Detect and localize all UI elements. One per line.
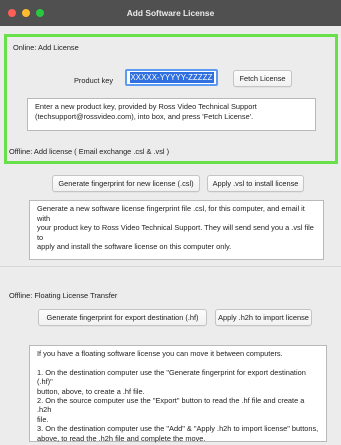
apply-vsl-button[interactable]: Apply .vsl to install license	[207, 175, 304, 192]
product-key-value: XXXXX-YYYYY-ZZZZZ	[129, 72, 214, 83]
product-key-input[interactable]: XXXXX-YYYYY-ZZZZZ	[125, 69, 218, 86]
floating-section-label: Offline: Floating License Transfer	[9, 291, 118, 300]
online-section-highlight: Online: Add License Product key XXXXX-YY…	[4, 34, 338, 164]
generate-export-fingerprint-button[interactable]: Generate fingerprint for export destinat…	[38, 309, 207, 326]
floating-help-text: If you have a floating software license …	[29, 345, 327, 443]
minimize-window-button[interactable]	[22, 9, 30, 17]
online-help-text: Enter a new product key, provided by Ros…	[27, 98, 316, 131]
fetch-license-button[interactable]: Fetch License	[233, 70, 292, 87]
close-window-button[interactable]	[8, 9, 16, 17]
online-section-label: Online: Add License	[13, 43, 79, 52]
section-divider	[0, 266, 341, 267]
window-titlebar: Add Software License	[0, 0, 341, 26]
apply-h2h-button[interactable]: Apply .h2h to import license	[215, 309, 312, 326]
offline-help-text: Generate a new software license fingerpr…	[29, 200, 324, 260]
window-title: Add Software License	[126, 8, 215, 18]
window-body: Online: Add License Product key XXXXX-YY…	[0, 26, 341, 445]
generate-fingerprint-button[interactable]: Generate fingerprint for new license (.c…	[52, 175, 200, 192]
zoom-window-button[interactable]	[36, 9, 44, 17]
offline-section-label: Offline: Add license ( Email exchange .c…	[9, 147, 170, 156]
product-key-label: Product key	[74, 76, 114, 85]
